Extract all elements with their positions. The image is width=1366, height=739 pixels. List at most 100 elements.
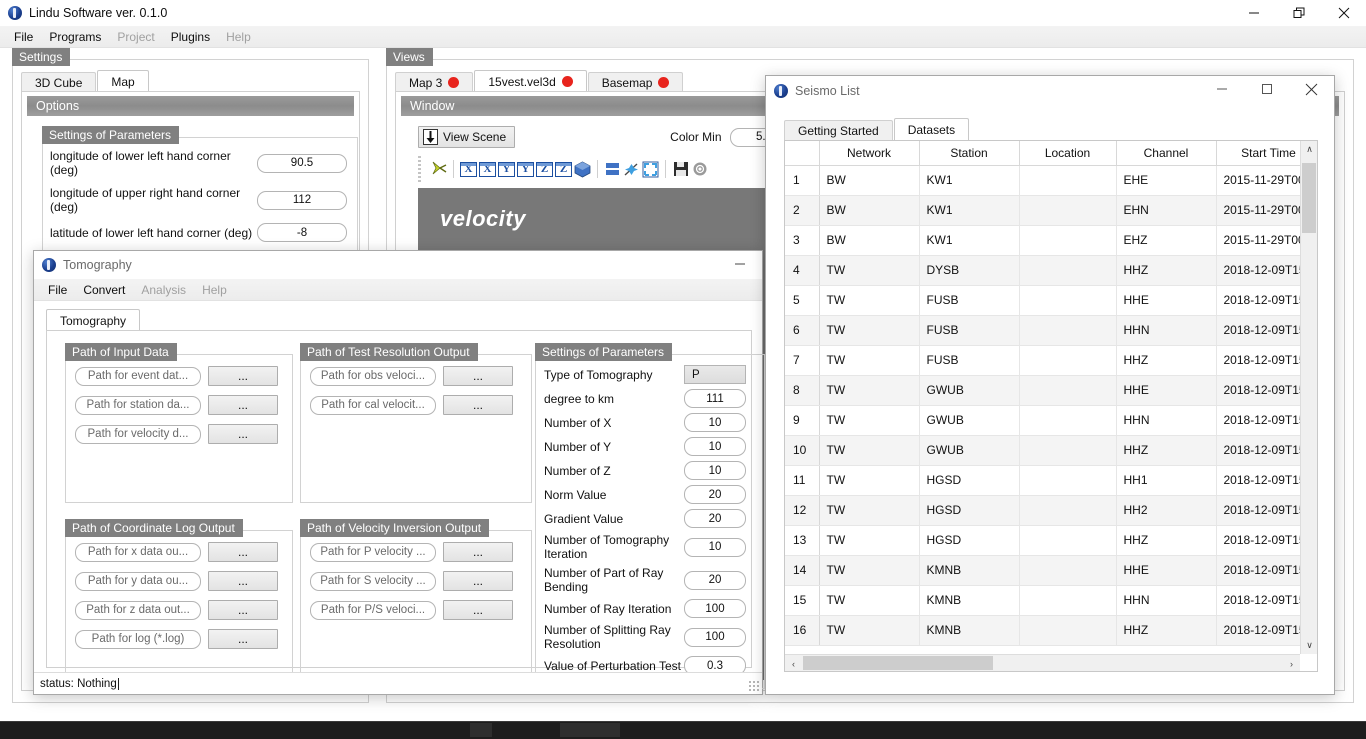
horizontal-scrollbar[interactable]: ‹ › bbox=[785, 654, 1300, 671]
input-number-of-z[interactable]: 10 bbox=[684, 461, 746, 480]
input-lat-lower-left[interactable]: -8 bbox=[257, 223, 347, 242]
browse-s-velocity-button[interactable]: ... bbox=[443, 571, 513, 591]
taskbar-item[interactable] bbox=[560, 723, 620, 737]
menu-file[interactable]: File bbox=[6, 28, 41, 46]
center-on-data-icon[interactable] bbox=[622, 160, 641, 179]
table-row[interactable]: 11TWHGSD HH12018-12-09T15:. bbox=[785, 465, 1300, 496]
table-row[interactable]: 8TWGWUB HHE2018-12-09T15:. bbox=[785, 375, 1300, 406]
reset-camera-icon[interactable] bbox=[641, 160, 660, 179]
table-row[interactable]: 7TWFUSB HHZ2018-12-09T15:. bbox=[785, 345, 1300, 376]
y-minus-view-icon[interactable]: Y bbox=[497, 160, 516, 179]
input-lon-upper-right[interactable]: 112 bbox=[257, 190, 347, 210]
taskbar-item[interactable] bbox=[470, 723, 492, 737]
minimize-icon[interactable] bbox=[1231, 0, 1276, 26]
table-row[interactable]: 2BWKW1 EHN2015-11-29T00:. bbox=[785, 195, 1300, 226]
tab-map-3[interactable]: Map 3 bbox=[395, 72, 474, 92]
browse-cal-velocity-button[interactable]: ... bbox=[443, 395, 513, 415]
input-number-of-y[interactable]: 10 bbox=[684, 437, 746, 456]
input-number-of-splitting-ray-resolution[interactable]: 100 bbox=[684, 627, 746, 647]
scroll-left-icon[interactable]: ‹ bbox=[785, 655, 802, 671]
input-velocity-data-path[interactable]: Path for velocity d... bbox=[75, 424, 201, 444]
save-screenshot-icon[interactable] bbox=[671, 160, 690, 179]
scroll-down-icon[interactable]: ∨ bbox=[1301, 637, 1317, 654]
tab-map[interactable]: Map bbox=[97, 70, 149, 92]
col-header-channel[interactable]: Channel bbox=[1116, 141, 1217, 166]
menu-help[interactable]: Help bbox=[218, 28, 259, 46]
table-row[interactable]: 10TWGWUB HHZ2018-12-09T15:. bbox=[785, 435, 1300, 466]
input-norm-value[interactable]: 20 bbox=[684, 485, 746, 504]
input-cal-velocity-path[interactable]: Path for cal velocit... bbox=[310, 395, 436, 415]
table-row[interactable]: 13TWHGSD HHZ2018-12-09T15:. bbox=[785, 525, 1300, 556]
scroll-up-icon[interactable]: ∧ bbox=[1301, 141, 1317, 158]
col-header-start-time[interactable]: Start Time bbox=[1216, 141, 1300, 166]
table-row[interactable]: 15TWKMNB HHN2018-12-09T15:. bbox=[785, 585, 1300, 616]
table-row[interactable]: 12TWHGSD HH22018-12-09T15:. bbox=[785, 495, 1300, 526]
horizontal-scroll-thumb[interactable] bbox=[803, 656, 993, 670]
tab-15vest-vel3d[interactable]: 15vest.vel3d bbox=[474, 70, 587, 92]
input-number-of-part-of-ray-bending[interactable]: 20 bbox=[684, 570, 746, 590]
input-gradient-value[interactable]: 20 bbox=[684, 509, 746, 528]
select-type-of-tomography[interactable]: P bbox=[684, 365, 746, 384]
input-degree-to-km[interactable]: 111 bbox=[684, 389, 746, 408]
browse-ps-velocity-button[interactable]: ... bbox=[443, 600, 513, 620]
isometric-cube-icon[interactable] bbox=[573, 160, 592, 179]
table-row[interactable]: 5TWFUSB HHE2018-12-09T15:. bbox=[785, 285, 1300, 316]
input-x-data-path[interactable]: Path for x data ou... bbox=[75, 542, 201, 562]
tab-basemap[interactable]: Basemap bbox=[587, 72, 684, 92]
tab-3d-cube[interactable]: 3D Cube bbox=[21, 72, 97, 92]
tomo-menu-file[interactable]: File bbox=[40, 281, 75, 299]
browse-obs-velocity-button[interactable]: ... bbox=[443, 366, 513, 386]
input-number-of-ray-iteration[interactable]: 100 bbox=[684, 599, 746, 618]
tomo-menu-analysis[interactable]: Analysis bbox=[133, 281, 194, 299]
browse-event-data-button[interactable]: ... bbox=[208, 366, 278, 386]
col-header-station[interactable]: Station bbox=[919, 141, 1020, 166]
minimize-icon[interactable] bbox=[717, 251, 762, 277]
input-event-data-path[interactable]: Path for event dat... bbox=[75, 366, 201, 386]
table-row[interactable]: 16TWKMNB HHZ2018-12-09T15:. bbox=[785, 615, 1300, 646]
table-row[interactable]: 14TWKMNB HHE2018-12-09T15:. bbox=[785, 555, 1300, 586]
col-header-index[interactable] bbox=[785, 141, 820, 166]
input-s-velocity-path[interactable]: Path for S velocity ... bbox=[310, 571, 436, 591]
tab-getting-started[interactable]: Getting Started bbox=[784, 120, 893, 140]
col-header-network[interactable]: Network bbox=[819, 141, 920, 166]
input-number-of-tomography-iteration[interactable]: 10 bbox=[684, 537, 746, 557]
browse-y-data-button[interactable]: ... bbox=[208, 571, 278, 591]
browse-station-data-button[interactable]: ... bbox=[208, 395, 278, 415]
close-icon[interactable] bbox=[1321, 0, 1366, 26]
browse-p-velocity-button[interactable]: ... bbox=[443, 542, 513, 562]
input-ps-velocity-path[interactable]: Path for P/S veloci... bbox=[310, 600, 436, 620]
toolbar-drag-handle[interactable] bbox=[418, 156, 421, 182]
resize-grip[interactable] bbox=[748, 680, 760, 692]
scroll-right-icon[interactable]: › bbox=[1283, 655, 1300, 671]
vertical-scrollbar[interactable]: ∧ ∨ bbox=[1300, 141, 1317, 654]
menu-project[interactable]: Project bbox=[109, 28, 162, 46]
browse-z-data-button[interactable]: ... bbox=[208, 600, 278, 620]
table-row[interactable]: 9TWGWUB HHN2018-12-09T15:. bbox=[785, 405, 1300, 436]
z-minus-view-icon[interactable]: Z bbox=[535, 160, 554, 179]
minimize-icon[interactable] bbox=[1199, 76, 1244, 102]
input-obs-velocity-path[interactable]: Path for obs veloci... bbox=[310, 366, 436, 386]
tomo-menu-help[interactable]: Help bbox=[194, 281, 235, 299]
vertical-scroll-thumb[interactable] bbox=[1302, 163, 1316, 233]
browse-log-button[interactable]: ... bbox=[208, 629, 278, 649]
table-row[interactable]: 3BWKW1 EHZ2015-11-29T00:. bbox=[785, 225, 1300, 256]
browse-x-data-button[interactable]: ... bbox=[208, 542, 278, 562]
input-lon-lower-left[interactable]: 90.5 bbox=[257, 153, 347, 173]
input-number-of-x[interactable]: 10 bbox=[684, 413, 746, 432]
maximize-restore-icon[interactable] bbox=[1276, 0, 1321, 26]
menu-programs[interactable]: Programs bbox=[41, 28, 109, 46]
orientation-axes-icon[interactable] bbox=[429, 160, 448, 179]
split-view-icon[interactable] bbox=[603, 160, 622, 179]
table-row[interactable]: 4TWDYSB HHZ2018-12-09T15:. bbox=[785, 255, 1300, 286]
tomo-menu-convert[interactable]: Convert bbox=[75, 281, 133, 299]
input-z-data-path[interactable]: Path for z data out... bbox=[75, 600, 201, 620]
z-plus-view-icon[interactable]: Z bbox=[554, 160, 573, 179]
maximize-restore-icon[interactable] bbox=[1244, 76, 1289, 102]
x-minus-view-icon[interactable]: X bbox=[459, 160, 478, 179]
input-y-data-path[interactable]: Path for y data ou... bbox=[75, 571, 201, 591]
close-icon[interactable] bbox=[1289, 76, 1334, 102]
menu-plugins[interactable]: Plugins bbox=[163, 28, 218, 46]
y-plus-view-icon[interactable]: Y bbox=[516, 160, 535, 179]
tab-datasets[interactable]: Datasets bbox=[893, 118, 970, 140]
view-scene-button[interactable]: View Scene bbox=[418, 126, 516, 148]
